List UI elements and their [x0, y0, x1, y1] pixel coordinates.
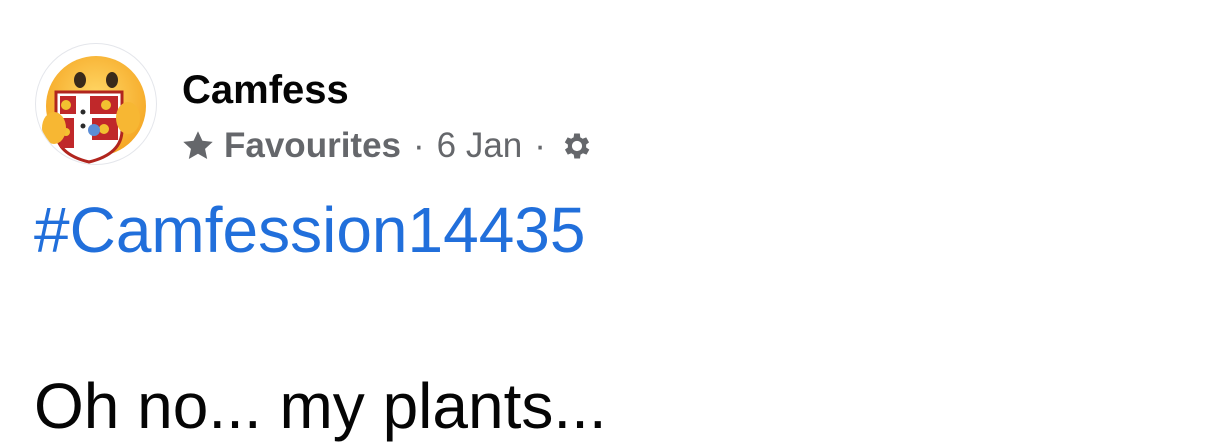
hashtag-link[interactable]: #Camfession14435 — [34, 192, 585, 268]
separator: · — [534, 126, 546, 165]
audience-label[interactable]: Favourites — [224, 126, 401, 166]
star-icon — [183, 131, 213, 159]
separator: · — [413, 126, 425, 165]
post-body-text: Oh no... my plants... — [34, 370, 607, 442]
avatar[interactable] — [36, 44, 156, 164]
post-date[interactable]: 6 Jan — [437, 126, 523, 166]
gear-icon[interactable] — [560, 129, 594, 163]
author-name[interactable]: Camfess — [182, 66, 349, 114]
care-emoji-icon — [42, 56, 146, 164]
post-meta: Favourites · 6 Jan · — [180, 124, 594, 168]
